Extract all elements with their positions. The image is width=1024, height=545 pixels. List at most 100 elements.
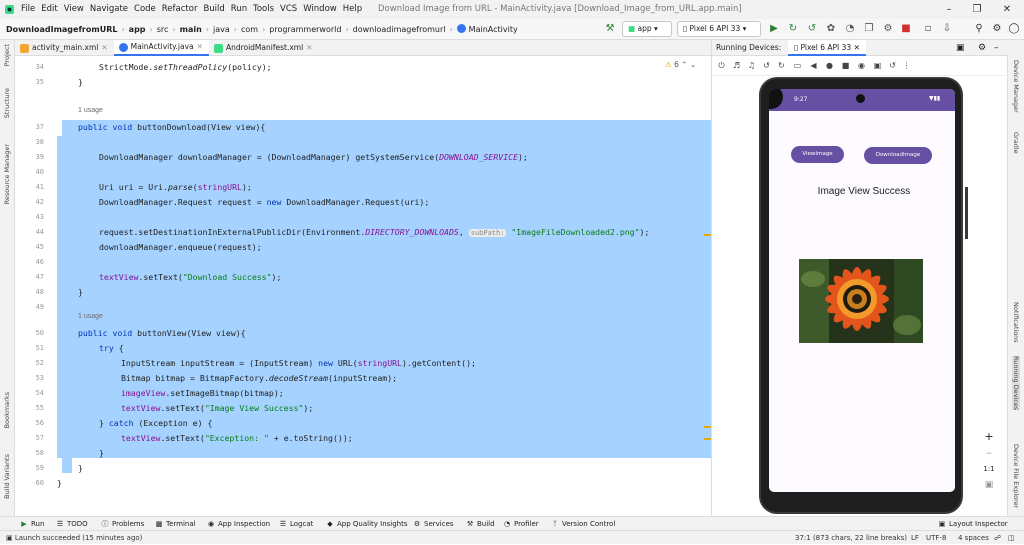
menu-refactor[interactable]: Refactor <box>159 0 201 19</box>
code-editor[interactable]: ⚠ 6 ⌃ ⌄ 34 StrictMode.setThreadPolicy(po… <box>15 56 711 516</box>
tab-device[interactable]: ▯ Pixel 6 API 33 ✕ <box>788 40 866 56</box>
menu-build[interactable]: Build <box>200 0 227 19</box>
menu-file[interactable]: File <box>18 0 38 19</box>
notifications-tool-tab[interactable]: Notifications <box>1012 302 1020 343</box>
gradle-tool-tab[interactable]: Gradle <box>1012 132 1020 154</box>
breadcrumb-com[interactable]: com <box>238 25 261 34</box>
warning-count-badge[interactable]: ⚠ 6 ⌃ ⌄ <box>665 60 696 69</box>
resource-manager-tool-tab[interactable]: Resource Manager <box>3 144 11 204</box>
build-tool-button[interactable]: ⚒ Build <box>466 517 495 531</box>
download-image-button[interactable]: DownloadImage <box>864 147 932 164</box>
menu-run[interactable]: Run <box>228 0 250 19</box>
layout-inspector-tool-button[interactable]: ▣ Layout Inspector <box>938 517 1008 531</box>
menu-code[interactable]: Code <box>131 0 159 19</box>
terminal-tool-button[interactable]: ▩ Terminal <box>155 517 196 531</box>
zoom-fit-icon[interactable]: ▣ <box>979 477 999 493</box>
bookmarks-tool-tab[interactable]: Bookmarks <box>3 392 11 428</box>
hammer-icon[interactable]: ⚒ <box>603 22 617 36</box>
back-icon[interactable]: ◀ <box>808 60 819 71</box>
apply-changes-icon[interactable]: ↻ <box>786 22 800 36</box>
usage-hint[interactable]: 1 usage <box>78 313 103 320</box>
sdk-manager-icon[interactable]: ⇩ <box>940 22 954 36</box>
view-image-button[interactable]: ViewImage <box>791 146 844 163</box>
minimize-icon[interactable]: – <box>938 0 960 19</box>
breadcrumb-project[interactable]: DownloadImagefromURL <box>0 25 120 34</box>
breadcrumb-programmerworld[interactable]: programmerworld <box>266 25 344 34</box>
build-variants-tool-tab[interactable]: Build Variants <box>3 454 11 499</box>
todo-tool-button[interactable]: ☰ TODO <box>56 517 88 531</box>
zoom-in-icon[interactable]: + <box>979 429 999 445</box>
tab-activity-main[interactable]: activity_main.xml ✕ <box>15 40 114 56</box>
logcat-tool-button[interactable]: ☰ Logcat <box>279 517 314 531</box>
search-icon[interactable]: ⚲ <box>972 22 986 36</box>
menu-edit[interactable]: Edit <box>38 0 60 19</box>
close-icon[interactable]: ✕ <box>996 0 1018 19</box>
fold-icon[interactable]: ▭ <box>792 60 803 71</box>
debug-step-icon[interactable]: ⚙ <box>881 22 895 36</box>
device-screen[interactable]: 9:27 ▼▮▮ ViewImage DownloadImage Image V… <box>769 89 955 492</box>
apply-code-changes-icon[interactable]: ↺ <box>805 22 819 36</box>
breadcrumb-src[interactable]: src <box>154 25 172 34</box>
tab-android-manifest[interactable]: AndroidManifest.xml ✕ <box>209 40 319 56</box>
menu-window[interactable]: Window <box>300 0 340 19</box>
device-mirror-icon[interactable]: ▫ <box>921 22 935 36</box>
structure-tool-tab[interactable]: Structure <box>3 88 11 118</box>
profiler-tool-button[interactable]: ◔ Profiler <box>503 517 539 531</box>
usage-hint[interactable]: 1 usage <box>78 107 103 114</box>
zoom-out-icon[interactable]: – <box>979 445 999 461</box>
gear-icon[interactable]: ⚙ <box>990 22 1004 36</box>
debug-icon[interactable]: ✿ <box>824 22 838 36</box>
device-manager-tool-tab[interactable]: Device Manager <box>1012 60 1020 113</box>
caret-position[interactable]: 37:1 (873 chars, 22 line breaks) <box>795 531 907 545</box>
screenshot-icon[interactable]: ◉ <box>856 60 867 71</box>
device-select[interactable]: ▯ Pixel 6 API 33 ▾ <box>677 21 761 37</box>
rotate-left-icon[interactable]: ↺ <box>761 60 772 71</box>
rotate-right-icon[interactable]: ↻ <box>776 60 787 71</box>
breadcrumb-class[interactable]: MainActivity <box>454 24 521 34</box>
menu-help[interactable]: Help <box>340 0 365 19</box>
problems-tool-button[interactable]: ⓘ Problems <box>101 517 145 531</box>
menu-navigate[interactable]: Navigate <box>87 0 131 19</box>
breadcrumb-main[interactable]: main <box>177 25 205 34</box>
volume-up-icon[interactable]: ♬ <box>731 60 742 71</box>
gear-icon[interactable]: ⚙ <box>978 40 986 56</box>
memory-icon[interactable]: ◫ <box>1008 531 1015 545</box>
hide-icon[interactable]: – <box>994 40 999 56</box>
breadcrumb-app[interactable]: app <box>126 25 149 34</box>
run-icon[interactable]: ▶ <box>767 22 781 36</box>
status-message[interactable]: ▣ Launch succeeded (15 minutes ago) <box>6 531 142 545</box>
assistant-icon[interactable]: ◯ <box>1007 22 1021 36</box>
file-encoding[interactable]: UTF-8 <box>926 531 946 545</box>
screen-record-icon[interactable]: ▣ <box>872 60 883 71</box>
breadcrumb-java[interactable]: java <box>210 25 233 34</box>
indent-setting[interactable]: 4 spaces <box>958 531 989 545</box>
running-devices-tool-tab[interactable]: Running Devices <box>1012 356 1020 411</box>
profile-icon[interactable]: ◔ <box>843 22 857 36</box>
attach-debugger-icon[interactable]: ❒ <box>862 22 876 36</box>
menu-view[interactable]: View <box>61 0 87 19</box>
project-tool-tab[interactable]: Project <box>3 44 11 66</box>
zoom-actual-size-button[interactable]: 1:1 <box>979 461 999 477</box>
volume-down-icon[interactable]: ♫ <box>746 60 757 71</box>
run-config-select[interactable]: ■ app ▾ <box>622 21 672 37</box>
app-quality-insights-tool-button[interactable]: ◆ App Quality Insights <box>326 517 407 531</box>
services-tool-button[interactable]: ⚙ Services <box>413 517 454 531</box>
snapshot-icon[interactable]: ↺ <box>887 60 898 71</box>
device-file-explorer-tool-tab[interactable]: Device File Explorer <box>1012 444 1020 508</box>
menu-vcs[interactable]: VCS <box>277 0 300 19</box>
overview-icon[interactable]: ■ <box>840 60 851 71</box>
app-inspection-tool-button[interactable]: ◉ App Inspection <box>207 517 270 531</box>
stop-icon[interactable]: ■ <box>899 22 913 36</box>
tab-main-activity[interactable]: MainActivity.java ✕ <box>113 40 209 56</box>
line-separator[interactable]: LF <box>911 531 919 545</box>
layout-icon[interactable]: ▣ <box>956 40 965 56</box>
breadcrumb-package[interactable]: downloadimagefromurl <box>350 25 449 34</box>
power-icon[interactable]: ⏻ <box>716 60 727 71</box>
more-icon[interactable]: ⋮ <box>901 60 912 71</box>
lock-icon[interactable]: ☍ <box>994 531 1001 545</box>
home-icon[interactable]: ● <box>824 60 835 71</box>
menu-tools[interactable]: Tools <box>250 0 277 19</box>
maximize-icon[interactable]: ❐ <box>966 0 988 19</box>
run-tool-button[interactable]: ▶ Run <box>20 517 44 531</box>
version-control-tool-button[interactable]: ᛉ Version Control <box>551 517 615 531</box>
